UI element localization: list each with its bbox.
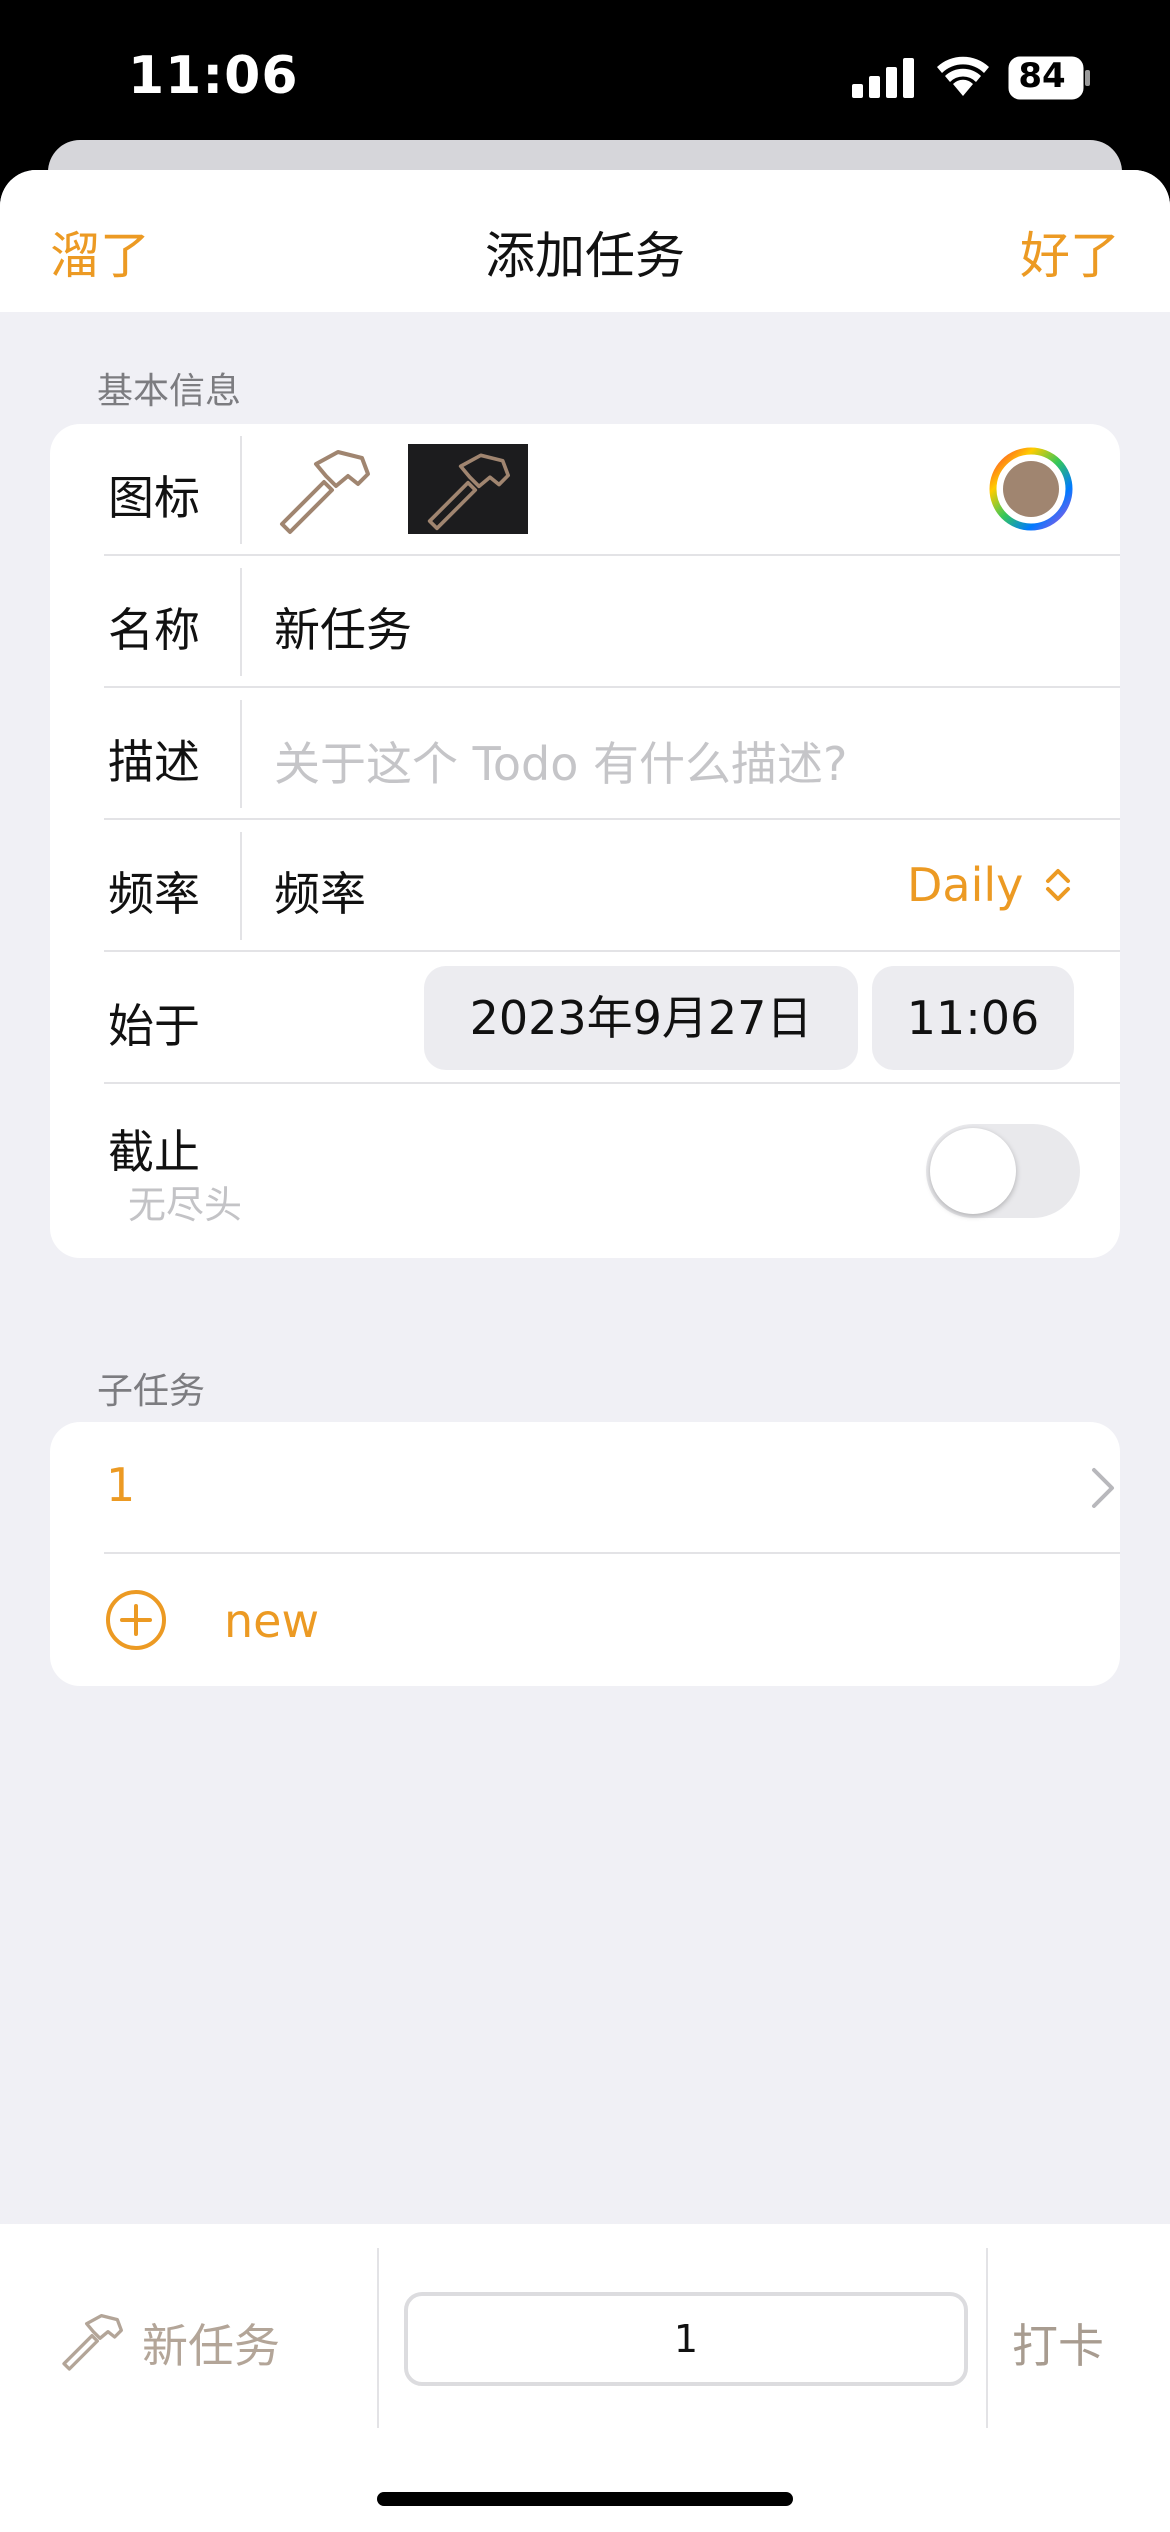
- hammer-icon: [427, 453, 510, 531]
- deadline-label: 截止: [108, 1125, 200, 1179]
- toggle-knob: [930, 1128, 1016, 1214]
- frequency-field-label: 频率: [274, 867, 366, 921]
- add-subtask-label: new: [224, 1594, 320, 1648]
- name-label: 名称: [108, 603, 200, 657]
- nav-bar: 溜了 添加任务 好了: [0, 170, 1170, 312]
- subtask-item[interactable]: 1: [50, 1422, 1120, 1554]
- checkin-button[interactable]: 打卡: [1012, 2310, 1104, 2376]
- battery-level: 84: [1018, 56, 1066, 96]
- name-field[interactable]: 新任务: [274, 594, 412, 660]
- status-bar: 11:06 84: [0, 0, 1170, 150]
- bottom-task-name: 新任务: [142, 2319, 280, 2373]
- hammer-icon[interactable]: [276, 444, 372, 536]
- add-subtask-button[interactable]: new: [50, 1554, 1120, 1686]
- color-wheel-icon[interactable]: [988, 446, 1074, 532]
- subtasks-card: 1 new: [50, 1422, 1120, 1686]
- deadline-toggle[interactable]: [926, 1124, 1080, 1218]
- icon-row: 图标: [50, 424, 1120, 556]
- description-label: 描述: [108, 735, 200, 789]
- done-button[interactable]: 好了: [1020, 216, 1120, 288]
- name-row: 名称 新任务: [50, 556, 1120, 688]
- icon-label: 图标: [108, 471, 200, 525]
- add-task-sheet: 溜了 添加任务 好了 基本信息 图标 名称 新任务 描述 关于这个 Todo 有…: [0, 170, 1170, 2532]
- signal-icon: [852, 58, 914, 98]
- start-label: 始于: [108, 999, 200, 1053]
- start-row: 始于 2023年9月27日 11:06: [50, 952, 1120, 1084]
- frequency-picker[interactable]: Daily: [907, 858, 1072, 912]
- deadline-sub-label: 无尽头: [128, 1183, 243, 1227]
- wifi-icon: [937, 56, 989, 96]
- chevron-right-icon: [1092, 1468, 1114, 1508]
- status-time: 11:06: [128, 46, 299, 106]
- count-input[interactable]: 1: [404, 2292, 968, 2386]
- hammer-icon: [62, 2314, 123, 2371]
- description-field[interactable]: 关于这个 Todo 有什么描述?: [274, 728, 847, 794]
- section-header-subtasks: 子任务: [97, 1371, 206, 1412]
- basic-info-card: 图标 名称 新任务 描述 关于这个 Todo 有什么描述? 频率 频率 Dail…: [50, 424, 1120, 1258]
- start-time-picker[interactable]: 11:06: [872, 966, 1074, 1070]
- deadline-row: 截止 无尽头: [50, 1084, 1120, 1258]
- start-date-picker[interactable]: 2023年9月27日: [424, 966, 858, 1070]
- hammer-icon-selected[interactable]: [408, 444, 528, 534]
- subtask-label: 1: [106, 1458, 136, 1512]
- page-title: 添加任务: [485, 227, 685, 285]
- chevron-updown-icon: [1046, 869, 1070, 901]
- frequency-selected-value: Daily: [906, 858, 1024, 912]
- plus-circle-icon: [106, 1590, 166, 1650]
- bottom-bar: 新任务 1 打卡: [0, 2224, 1170, 2532]
- frequency-row: 频率 频率 Daily: [50, 820, 1120, 952]
- section-header-basic-info: 基本信息: [97, 371, 242, 412]
- frequency-label: 频率: [108, 867, 200, 921]
- home-indicator[interactable]: [377, 2492, 793, 2506]
- description-row: 描述 关于这个 Todo 有什么描述?: [50, 688, 1120, 820]
